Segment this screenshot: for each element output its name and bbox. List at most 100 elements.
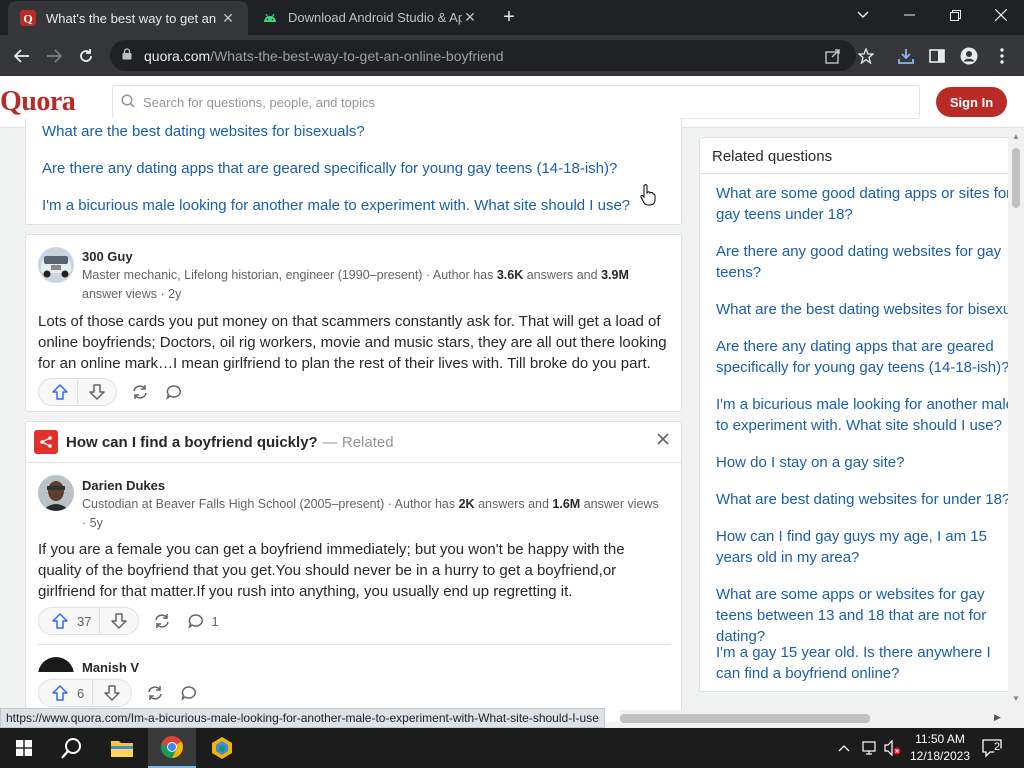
related-question-link[interactable]: How can I find gay guys my age, I am 15 … [716, 526, 1008, 568]
related-questions-sidebar: Related questions What are some good dat… [699, 137, 1009, 692]
minimize-icon[interactable] [886, 0, 932, 30]
clock-date: 12/18/2023 [909, 749, 971, 763]
scroll-up-arrow-icon[interactable]: ▲ [1012, 132, 1020, 141]
downvote-arrow-icon [89, 384, 105, 400]
share-icon[interactable] [825, 40, 841, 71]
app-icon[interactable] [198, 728, 246, 768]
question-link[interactable]: I'm a bicurious male looking for another… [42, 197, 630, 214]
related-question-link[interactable]: What are best dating websites for under … [716, 489, 1008, 510]
tab-strip: Q What's the best way to get an o ✕ Down… [0, 0, 1024, 35]
answer-actions: 37 1 [38, 607, 219, 635]
quora-logo[interactable]: Quora [0, 86, 76, 118]
taskbar: 11:50 AM 12/18/2023 2 [0, 728, 1024, 768]
upvote-count: 6 [77, 685, 85, 701]
share-button[interactable] [153, 612, 171, 630]
address-bar[interactable]: quora.com/Whats-the-best-way-to-get-an-o… [110, 40, 856, 71]
bookmark-star-icon[interactable] [853, 43, 879, 69]
tab-title: What's the best way to get an o [46, 10, 220, 26]
tab-search-chevron-icon[interactable] [840, 0, 886, 30]
related-icon [34, 430, 58, 454]
upvote-button[interactable] [39, 379, 77, 405]
scrollbar-thumb[interactable] [1012, 148, 1020, 208]
network-icon[interactable] [862, 728, 880, 768]
url-path: /Whats-the-best-way-to-get-an-online-boy… [210, 47, 504, 64]
download-icon[interactable] [893, 43, 919, 69]
related-question-link[interactable]: What are some apps or websites for gay t… [716, 584, 1008, 647]
scrollbar-thumb[interactable] [620, 714, 870, 723]
related-question-title[interactable]: How can I find a boyfriend quickly? [66, 434, 318, 451]
tab-quora[interactable]: Q What's the best way to get an o ✕ [8, 1, 248, 35]
vertical-scrollbar[interactable]: ▲ ▼ [1008, 128, 1024, 710]
restore-icon[interactable] [932, 0, 978, 30]
comment-button[interactable] [165, 383, 183, 401]
comment-icon [181, 686, 197, 702]
file-explorer-icon[interactable] [98, 728, 146, 768]
hand-cursor-icon [640, 184, 656, 211]
system-clock[interactable]: 11:50 AM 12/18/2023 [904, 731, 976, 765]
forward-arrow-icon[interactable] [41, 43, 67, 69]
scroll-right-arrow-icon[interactable]: ▶ [994, 712, 1001, 723]
related-question-link[interactable]: What are the best dating websites for bi… [716, 299, 1008, 320]
upvote-count: 37 [77, 613, 92, 629]
tab-close-icon[interactable]: ✕ [462, 9, 478, 26]
comment-button[interactable] [180, 684, 198, 702]
horizontal-scrollbar[interactable]: ▶ [620, 710, 1024, 727]
related-question-link[interactable]: Are there any dating apps that are geare… [716, 336, 1008, 378]
related-question-link[interactable]: How do I stay on a gay site? [716, 452, 1008, 473]
back-arrow-icon[interactable] [9, 43, 35, 69]
related-question-link[interactable]: Are there any good dating websites for g… [716, 241, 1008, 283]
menu-dots-icon[interactable] [989, 43, 1015, 69]
reload-icon[interactable] [73, 43, 99, 69]
search-input[interactable]: Search for questions, people, and topics [112, 85, 920, 119]
windows-start-icon[interactable] [0, 728, 48, 768]
answers-count: 3.6K [496, 268, 524, 282]
cred-text: Custodian at Beaver Falls High School (2… [82, 497, 459, 511]
reshare-icon [148, 686, 162, 700]
downvote-button[interactable] [99, 608, 138, 634]
reshare-icon [155, 614, 170, 628]
upvote-button[interactable]: 6 [39, 680, 92, 706]
views-count: 3.9M [601, 268, 629, 282]
tab-close-icon[interactable]: ✕ [220, 10, 236, 27]
upvote-button[interactable]: 37 [39, 608, 99, 634]
tray-chevron-icon[interactable] [838, 728, 850, 768]
tab-android-studio[interactable]: Download Android Studio & Ap ✕ [250, 0, 490, 35]
cred-text: answer views [580, 497, 659, 511]
sign-in-button[interactable]: Sign In [936, 87, 1007, 117]
downvote-button[interactable] [92, 680, 131, 706]
author-name[interactable]: Darien Dukes [82, 478, 165, 493]
cred-text: Master mechanic, Lifelong historian, eng… [82, 268, 497, 282]
author-credential: Master mechanic, Lifelong historian, eng… [82, 266, 672, 304]
share-button[interactable] [131, 383, 149, 401]
question-link[interactable]: Are there any dating apps that are geare… [42, 160, 617, 177]
sidebar-title: Related questions [700, 138, 1008, 174]
related-question-link[interactable]: I'm a bicurious male looking for another… [716, 394, 1008, 436]
quora-favicon-icon: Q [20, 10, 36, 26]
notification-center-icon[interactable]: 2 [982, 728, 1004, 768]
author-name[interactable]: 300 Guy [82, 249, 133, 264]
new-tab-button[interactable]: + [498, 6, 520, 28]
side-panel-icon[interactable] [924, 43, 950, 69]
downvote-button[interactable] [77, 379, 116, 405]
lock-icon[interactable] [122, 47, 134, 65]
scroll-down-arrow-icon[interactable]: ▼ [1012, 694, 1020, 703]
url-text: quora.com/Whats-the-best-way-to-get-an-o… [144, 48, 504, 64]
views-count: 1.6M [552, 497, 581, 511]
search-icon[interactable] [48, 728, 96, 768]
comment-button[interactable]: 1 [187, 612, 219, 630]
share-button[interactable] [146, 684, 164, 702]
avatar[interactable] [38, 475, 74, 511]
close-window-icon[interactable] [978, 0, 1024, 30]
chrome-icon[interactable] [148, 728, 196, 768]
volume-muted-icon[interactable] [884, 728, 902, 768]
avatar[interactable] [38, 247, 74, 283]
related-question-header: How can I find a boyfriend quickly? — Re… [34, 430, 394, 454]
profile-icon[interactable] [956, 43, 982, 69]
divider [38, 644, 670, 645]
close-icon[interactable] [657, 432, 669, 450]
question-link[interactable]: What are the best dating websites for bi… [42, 123, 365, 140]
related-question-link[interactable]: What are some good dating apps or sites … [716, 183, 1008, 225]
related-question-link[interactable]: I'm a gay 15 year old. Is there anywhere… [716, 642, 1008, 684]
comment-icon [166, 385, 181, 401]
upvote-arrow-icon [52, 384, 68, 400]
